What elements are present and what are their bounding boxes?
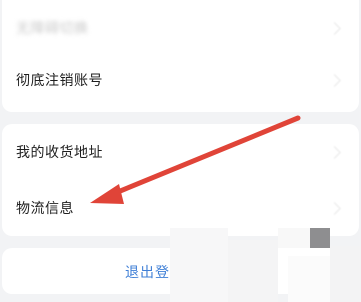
settings-item-delete-account[interactable]: 彻底注销账号	[16, 60, 345, 100]
settings-screen: 无障碍切换 彻底注销账号 我的收货地址 物流信息 退出登	[0, 0, 361, 302]
account-settings-card: 无障碍切换 彻底注销账号	[2, 0, 359, 112]
mosaic-overlay	[310, 228, 330, 248]
settings-item-blurred[interactable]: 无障碍切换	[16, 8, 345, 48]
address-settings-card: 我的收货地址 物流信息	[2, 124, 359, 236]
mosaic-overlay	[228, 240, 278, 302]
settings-item-label: 无障碍切换	[16, 21, 89, 37]
mosaic-overlay	[330, 246, 361, 302]
chevron-right-icon	[328, 73, 341, 87]
mosaic-overlay	[278, 228, 310, 248]
settings-item-logistics-info[interactable]: 物流信息	[16, 188, 345, 228]
chevron-right-icon	[328, 145, 341, 159]
mosaic-overlay	[288, 256, 330, 302]
chevron-right-icon	[328, 201, 341, 215]
logout-button[interactable]: 退出登	[125, 262, 170, 282]
settings-item-shipping-address[interactable]: 我的收货地址	[16, 132, 345, 172]
chevron-right-icon	[328, 21, 341, 35]
mosaic-overlay	[170, 228, 228, 302]
settings-item-label: 彻底注销账号	[16, 73, 103, 89]
settings-item-label: 物流信息	[16, 201, 74, 217]
settings-item-label: 我的收货地址	[16, 145, 103, 161]
